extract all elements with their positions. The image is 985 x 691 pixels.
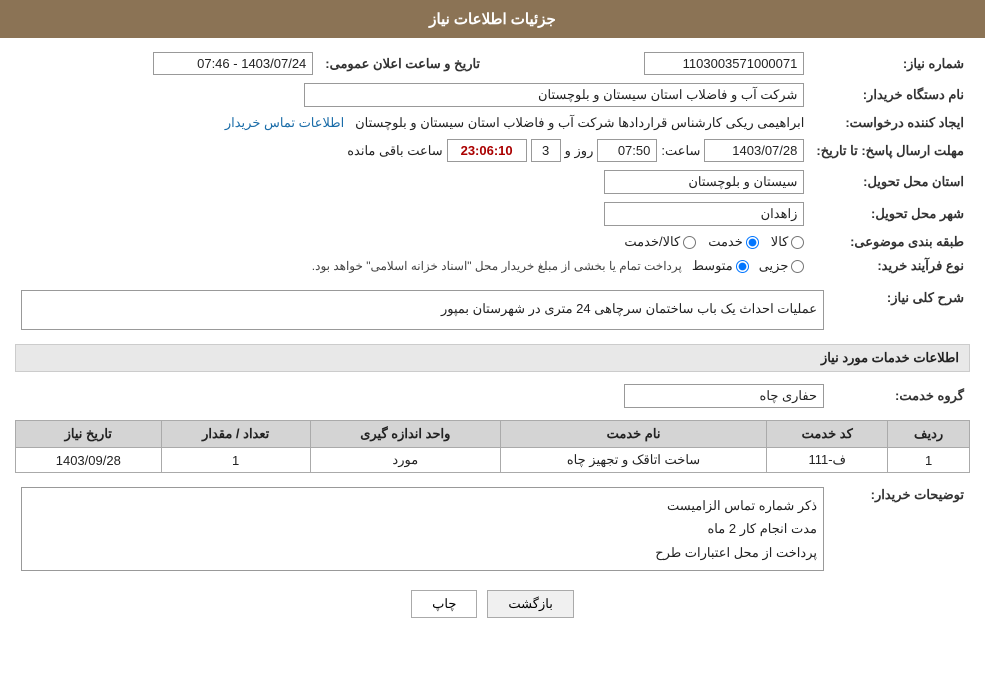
need-number-label: شماره نیاز: — [810, 48, 970, 79]
page-header: جزئیات اطلاعات نیاز — [0, 0, 985, 38]
buyer-org-label: نام دستگاه خریدار: — [810, 79, 970, 111]
deadline-label: مهلت ارسال پاسخ: تا تاریخ: — [810, 135, 970, 166]
table-row: 1ف-111ساخت اتاقک و تجهیز چاهمورد11403/09… — [16, 448, 970, 473]
print-button[interactable]: چاپ — [411, 590, 477, 618]
deadline-time: 07:50 — [597, 139, 657, 162]
col-header-row: ردیف — [888, 421, 970, 448]
cell-date: 1403/09/28 — [16, 448, 162, 473]
category-khedmat[interactable]: خدمت — [708, 234, 759, 250]
cell-unit: مورد — [310, 448, 500, 473]
category-kala[interactable]: کالا — [771, 234, 805, 250]
creator-value: ابراهیمی ریکی کارشناس قراردادها شرکت آب … — [355, 115, 804, 130]
page-title: جزئیات اطلاعات نیاز — [429, 11, 556, 28]
category-label: طبقه بندی موضوعی: — [810, 230, 970, 254]
services-section-title: اطلاعات خدمات مورد نیاز — [15, 344, 970, 372]
remain-time: 23:06:10 — [447, 139, 527, 162]
need-desc-box: عملیات احداث یک باب ساختمان سرچاهی 24 مت… — [21, 290, 824, 330]
service-group-value: حفاری چاه — [624, 384, 824, 408]
purchase-type-motavasset[interactable]: متوسط — [692, 258, 749, 274]
deadline-days-label: روز و — [565, 143, 594, 159]
need-number-value: 1103003571000071 — [644, 52, 804, 75]
city-value: زاهدان — [604, 202, 804, 226]
service-group-label: گروه خدمت: — [830, 380, 970, 412]
buyer-org-value: شرکت آب و فاضلاب استان سیستان و بلوچستان — [304, 83, 804, 107]
announce-datetime-label: تاریخ و ساعت اعلان عمومی: — [319, 48, 486, 79]
province-label: استان محل تحویل: — [810, 166, 970, 198]
cell-code: ف-111 — [767, 448, 888, 473]
cell-name: ساخت اتاقک و تجهیز چاه — [500, 448, 766, 473]
buyer-desc-value: ذکر شماره تماس الزامیستمدت انجام کار 2 م… — [655, 498, 817, 560]
purchase-type-jozi[interactable]: جزیی — [759, 258, 805, 274]
contact-link[interactable]: اطلاعات تماس خریدار — [225, 115, 344, 130]
announce-datetime-value: 1403/07/24 - 07:46 — [153, 52, 313, 75]
deadline-date: 1403/07/28 — [704, 139, 804, 162]
purchase-type-label: نوع فرآیند خرید: — [810, 254, 970, 278]
remain-label: ساعت باقی مانده — [347, 143, 442, 159]
col-header-code: کد خدمت — [767, 421, 888, 448]
creator-label: ایجاد کننده درخواست: — [810, 111, 970, 135]
province-value: سیستان و بلوچستان — [604, 170, 804, 194]
col-header-qty: تعداد / مقدار — [161, 421, 310, 448]
col-header-date: تاریخ نیاز — [16, 421, 162, 448]
category-kala-khedmat[interactable]: کالا/خدمت — [624, 234, 696, 250]
buyer-desc-label: توضیحات خریدار: — [830, 483, 970, 575]
col-header-name: نام خدمت — [500, 421, 766, 448]
need-desc-label: شرح کلی نیاز: — [830, 286, 970, 334]
need-desc-value: عملیات احداث یک باب ساختمان سرچاهی 24 مت… — [441, 301, 817, 316]
city-label: شهر محل تحویل: — [810, 198, 970, 230]
cell-row: 1 — [888, 448, 970, 473]
purchase-type-note: پرداخت تمام یا بخشی از مبلغ خریدار محل "… — [312, 259, 682, 273]
cell-qty: 1 — [161, 448, 310, 473]
col-header-unit: واحد اندازه گیری — [310, 421, 500, 448]
back-button[interactable]: بازگشت — [487, 590, 573, 618]
deadline-days: 3 — [531, 139, 561, 162]
button-row: بازگشت چاپ — [15, 590, 970, 618]
buyer-desc-box: ذکر شماره تماس الزامیستمدت انجام کار 2 م… — [21, 487, 824, 571]
deadline-time-label: ساعت: — [661, 143, 700, 159]
